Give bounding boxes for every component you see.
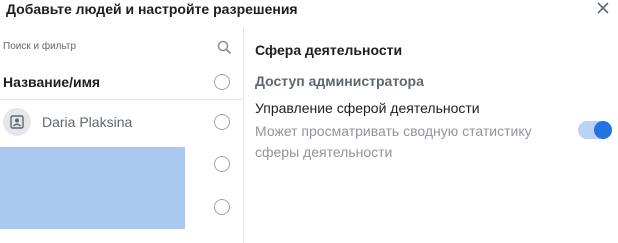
search-input[interactable]: Поиск и фильтр (3, 41, 76, 52)
select-all-radio[interactable] (214, 74, 230, 90)
permissions-title: Сфера деятельности (255, 42, 403, 58)
redacted-block (0, 147, 185, 229)
divider (0, 99, 243, 100)
search-icon[interactable] (217, 40, 232, 55)
close-icon[interactable] (596, 1, 610, 15)
dialog-title: Добавьте людей и настройте разрешения (6, 1, 298, 17)
people-panel: Поиск и фильтр Название/имя Daria Plaksi… (0, 28, 244, 243)
person-radio[interactable] (214, 156, 230, 172)
permission-toggle[interactable] (578, 121, 612, 139)
section-title: Доступ администратора (255, 73, 424, 89)
permission-name: Управление сферой деятельности (255, 100, 480, 116)
toggle-knob (594, 121, 612, 139)
column-header-name: Название/имя (3, 74, 101, 90)
person-avatar-icon (3, 108, 31, 136)
permission-description: Может просматривать сводную статистику с… (255, 123, 532, 160)
person-name: Daria Plaksina (42, 114, 133, 130)
person-radio[interactable] (214, 114, 230, 130)
person-radio[interactable] (214, 199, 230, 215)
